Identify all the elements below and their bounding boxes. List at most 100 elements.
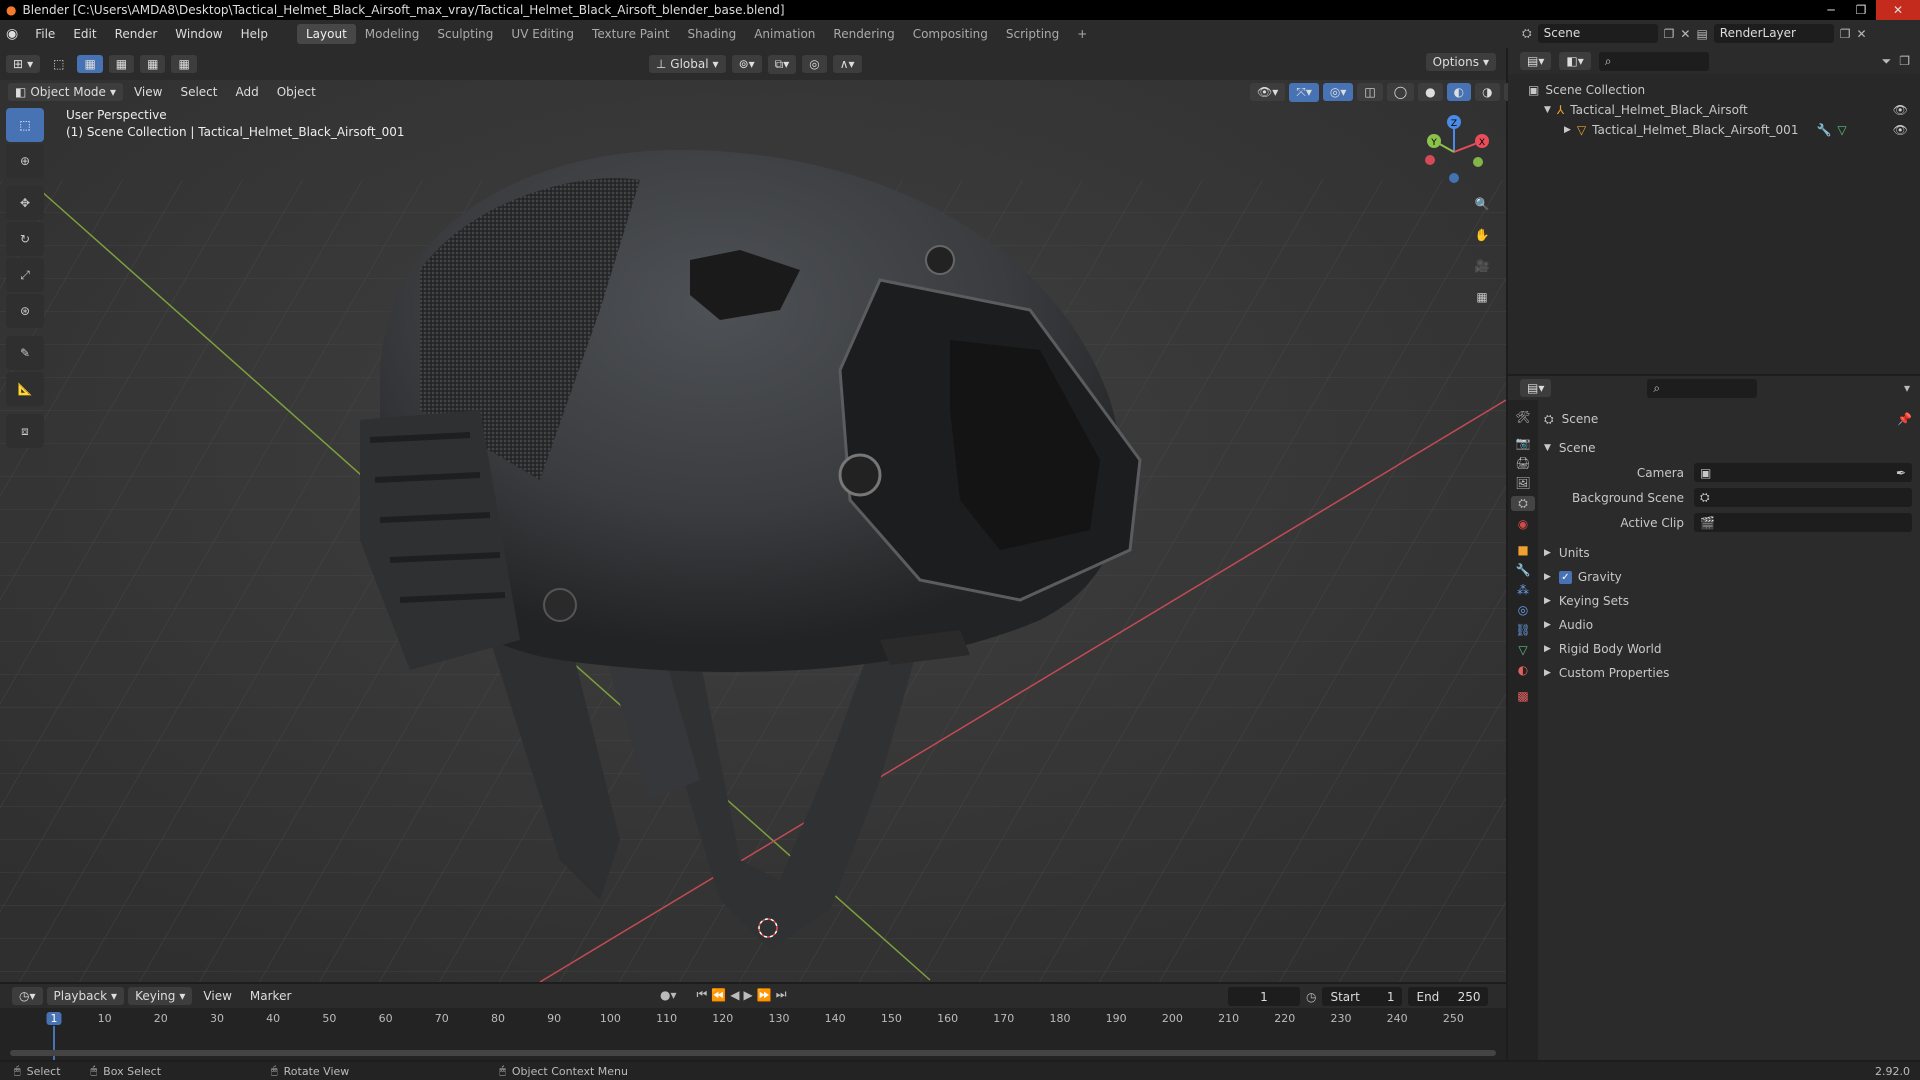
delete-render-layer-icon[interactable]: ✕ [1857, 27, 1867, 41]
pin-icon[interactable]: 📌 [1897, 412, 1912, 426]
new-collection-icon[interactable]: ❐ [1899, 54, 1910, 68]
scene-icon[interactable]: ⛭ [1522, 26, 1532, 41]
workspace-tab-compositing[interactable]: Compositing [904, 24, 997, 44]
proportional-edit-toggle[interactable]: ◎ [802, 55, 827, 73]
selection-mode-invert-button[interactable]: ▦ [171, 55, 197, 73]
gravity-panel-header[interactable]: ▶ ✓ Gravity [1544, 565, 1912, 589]
play-icon[interactable]: ▶ [744, 988, 753, 1002]
object-tab-icon[interactable]: ■ [1517, 543, 1528, 557]
select-tool-button[interactable]: ⬚ [46, 55, 72, 73]
viewport-menu-view[interactable]: View [127, 83, 169, 101]
close-button[interactable]: ✕ [1876, 0, 1920, 20]
gizmo-toggle[interactable]: ⤧▾ [1289, 82, 1319, 102]
object-mode-dropdown[interactable]: ◧ Object Mode ▾ [8, 83, 123, 101]
add-cube-tool[interactable]: ⧈ [6, 414, 44, 448]
eyedropper-icon[interactable]: ✒ [1896, 466, 1906, 480]
keying-sets-panel-header[interactable]: ▶ Keying Sets [1544, 589, 1912, 613]
start-frame-field[interactable]: Start 1 [1322, 987, 1403, 1006]
selection-mode-new-button[interactable]: ▦ [77, 55, 103, 73]
viewport-menu-select[interactable]: Select [173, 83, 224, 101]
particles-tab-icon[interactable]: ⁂ [1517, 583, 1529, 597]
active-clip-field[interactable]: 🎬 [1694, 513, 1912, 532]
expand-arrow-icon[interactable]: ▼ [1544, 105, 1551, 115]
annotate-tool[interactable]: ✎ [6, 336, 44, 370]
shading-solid-button[interactable]: ● [1418, 83, 1443, 101]
data-tab-icon[interactable]: ▽ [1518, 643, 1527, 657]
shading-material-button[interactable]: ◐ [1446, 83, 1472, 101]
preview-range-icon[interactable]: ◷ [1306, 990, 1316, 1004]
selection-mode-extend-button[interactable]: ▦ [108, 55, 135, 73]
end-frame-field[interactable]: End 250 [1408, 987, 1489, 1006]
view-layer-tab-icon[interactable]: 🖼 [1515, 476, 1530, 490]
select-box-tool[interactable]: ⬚ [6, 108, 44, 142]
collapse-arrow-icon[interactable]: ▶ [1564, 125, 1571, 135]
outliner-editor-type-button[interactable]: ▤▾ [1520, 52, 1552, 70]
workspace-tab-texture-paint[interactable]: Texture Paint [583, 24, 678, 44]
camera-view-button[interactable]: 🎥 [1468, 252, 1496, 280]
blender-menu-icon[interactable]: ◉ [6, 26, 18, 42]
visibility-dropdown[interactable]: 👁▾ [1250, 83, 1286, 101]
current-frame-field[interactable]: 1 [1228, 987, 1300, 1006]
scene-selector[interactable]: Scene [1537, 24, 1658, 43]
pan-button[interactable]: ✋ [1468, 221, 1496, 249]
timeline-editor-type-button[interactable]: ◷▾ [12, 987, 43, 1005]
visibility-eye-icon[interactable]: 👁 [1893, 123, 1908, 137]
tool-tab-icon[interactable]: 🛠 [1515, 410, 1530, 424]
constraints-tab-icon[interactable]: ⛓ [1515, 623, 1530, 637]
gravity-checkbox[interactable]: ✓ [1558, 570, 1572, 584]
prev-keyframe-icon[interactable]: ⏪ [711, 988, 726, 1002]
audio-panel-header[interactable]: ▶ Audio [1544, 613, 1912, 637]
render-layer-icon[interactable]: ▤ [1696, 27, 1707, 41]
ortho-toggle-button[interactable]: ▦ [1468, 283, 1496, 311]
new-render-layer-icon[interactable]: ❐ [1840, 27, 1851, 41]
measure-tool[interactable]: 📐 [6, 372, 44, 406]
maximize-button[interactable]: ❐ [1846, 0, 1876, 20]
timeline-menu-playback[interactable]: Playback ▾ [46, 987, 125, 1005]
scene-section-header[interactable]: ▼ Scene [1544, 436, 1912, 460]
workspace-tab-uv-editing[interactable]: UV Editing [502, 24, 583, 44]
properties-search-input[interactable]: ⌕ [1647, 378, 1758, 398]
visibility-eye-icon[interactable]: 👁 [1893, 103, 1908, 117]
properties-editor-type-button[interactable]: ▤▾ [1520, 379, 1552, 397]
units-panel-header[interactable]: ▶ Units [1544, 541, 1912, 565]
outliner-item[interactable]: ▼ ⅄ Tactical_Helmet_Black_Airsoft 👁 [1528, 100, 1920, 120]
modifier-tab-icon[interactable]: 🔧 [1516, 563, 1531, 577]
new-scene-icon[interactable]: ❐ [1664, 27, 1675, 41]
falloff-dropdown[interactable]: ∧▾ [832, 55, 862, 73]
physics-tab-icon[interactable]: ◎ [1518, 603, 1528, 617]
workspace-tab-animation[interactable]: Animation [745, 24, 824, 44]
menu-window[interactable]: Window [166, 27, 231, 41]
transform-orientation-dropdown[interactable]: ⊥ Global ▾ [648, 55, 726, 73]
minimize-button[interactable]: ─ [1816, 0, 1846, 20]
jump-start-icon[interactable]: ⏮ [697, 987, 708, 1002]
transform-tool[interactable]: ⊛ [6, 294, 44, 328]
timeline-ruler[interactable]: 1 10 20 30 40 50 60 70 80 90 100 110 120 130 140 150 160… [0, 1008, 1506, 1060]
shading-rendered-button[interactable]: ◑ [1475, 83, 1500, 101]
navigation-gizmo[interactable]: Z X Y [1410, 110, 1490, 190]
menu-help[interactable]: Help [232, 27, 277, 41]
move-tool[interactable]: ✥ [6, 186, 44, 220]
outliner-search-input[interactable]: ⌕ [1598, 51, 1709, 71]
snap-toggle[interactable]: ⧉▾ [767, 54, 797, 74]
world-tab-icon[interactable]: ◉ [1518, 517, 1528, 531]
xray-toggle[interactable]: ◫ [1357, 83, 1383, 101]
zoom-button[interactable]: 🔍 [1468, 190, 1496, 218]
jump-end-icon[interactable]: ⏭ [776, 987, 787, 1002]
workspace-tab-sculpting[interactable]: Sculpting [428, 24, 502, 44]
scene-tab-icon[interactable]: ⛭ [1511, 496, 1535, 511]
camera-field[interactable]: ▣ ✒ [1694, 463, 1912, 482]
pivot-point-dropdown[interactable]: ⊚▾ [731, 55, 762, 73]
next-keyframe-icon[interactable]: ⏩ [757, 988, 772, 1002]
custom-properties-panel-header[interactable]: ▶ Custom Properties [1544, 661, 1912, 685]
rotate-tool[interactable]: ↻ [6, 222, 44, 256]
workspace-tab-modeling[interactable]: Modeling [356, 24, 429, 44]
workspace-tab-layout[interactable]: Layout [296, 24, 356, 44]
viewport-menu-object[interactable]: Object [270, 83, 323, 101]
rigid-body-world-panel-header[interactable]: ▶ Rigid Body World [1544, 637, 1912, 661]
cursor-tool[interactable]: ⊕ [6, 144, 44, 178]
timeline-menu-view[interactable]: View [196, 987, 238, 1005]
record-icon[interactable]: ●▾ [660, 988, 677, 1002]
timeline-scrollbar[interactable] [10, 1050, 1496, 1056]
outliner-root[interactable]: ▣ Scene Collection [1528, 80, 1920, 100]
timeline-menu-marker[interactable]: Marker [243, 987, 298, 1005]
